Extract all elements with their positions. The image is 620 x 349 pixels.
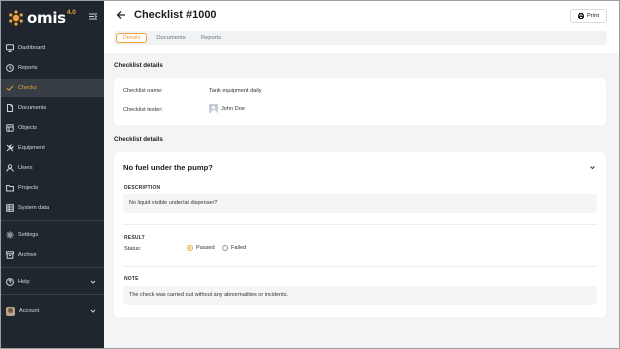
- sidebar-item-label: Equipment: [18, 145, 45, 151]
- gear-icon: [6, 231, 14, 239]
- sidebar-item-documents[interactable]: Documents: [1, 99, 104, 117]
- monitor-icon: [6, 44, 14, 52]
- sidebar-item-settings[interactable]: Settings: [1, 226, 104, 244]
- sidebar-item-label: Checks: [18, 85, 37, 91]
- description-label: DESCRIPTION: [124, 185, 161, 191]
- chevron-down-icon[interactable]: [589, 164, 596, 171]
- tester-name: John Doe: [221, 105, 245, 112]
- avatar: [6, 306, 15, 316]
- help-icon: [6, 278, 14, 286]
- sidebar-divider: [1, 294, 104, 295]
- sidebar-divider: [1, 267, 104, 268]
- radio-label: Passed: [196, 245, 215, 251]
- tab-bar: Details Documents Reports: [114, 31, 607, 45]
- sidebar-item-dashboard[interactable]: Dashboard: [1, 39, 104, 57]
- sidebar-item-users[interactable]: Users: [1, 159, 104, 177]
- sidebar-divider: [1, 220, 104, 221]
- printer-icon: [578, 13, 585, 19]
- sidebar-item-account[interactable]: Account: [1, 302, 104, 320]
- radio-unchecked-icon: [222, 245, 228, 251]
- page-header: Checklist #1000 Print Details Documents …: [104, 1, 619, 53]
- section-title: Checklist details: [114, 136, 163, 143]
- sidebar-item-label: Help: [18, 279, 30, 285]
- sidebar-item-checks[interactable]: Checks: [1, 79, 104, 97]
- tools-icon: [6, 144, 14, 152]
- question-card: No fuel under the pump? DESCRIPTION No l…: [114, 152, 606, 317]
- sidebar-item-archive[interactable]: Archive: [1, 246, 104, 264]
- user-icon: [6, 164, 14, 172]
- sidebar-item-help[interactable]: Help: [1, 273, 104, 291]
- status-failed-radio[interactable]: Failed: [222, 245, 246, 251]
- page-title: Checklist #1000: [134, 9, 217, 21]
- question-title: No fuel under the pump?: [123, 163, 213, 172]
- sidebar-item-label: Reports: [18, 65, 38, 71]
- back-arrow-icon[interactable]: [116, 10, 126, 20]
- note-label: NOTE: [124, 276, 139, 282]
- sidebar-item-label: Documents: [18, 105, 47, 111]
- box-icon: [6, 124, 14, 132]
- radio-label: Failed: [231, 245, 247, 251]
- description-field: No liquid visible under/at dispenser?: [123, 194, 597, 213]
- status-passed-radio[interactable]: Passed: [187, 245, 215, 251]
- sidebar-item-label: Settings: [18, 232, 39, 238]
- checklist-tester-label: Checklist tester:: [123, 107, 163, 113]
- note-field: The check was carried out without any ab…: [123, 286, 597, 305]
- radio-checked-icon: [187, 245, 193, 251]
- sidebar-item-label: Dashboard: [18, 45, 46, 51]
- checklist-name-label: Checklist name:: [123, 88, 163, 94]
- sidebar-item-label: System data: [18, 205, 50, 211]
- main-content: Checklist #1000 Print Details Documents …: [104, 1, 619, 348]
- section-title: Checklist details: [114, 62, 163, 69]
- collapse-sidebar-icon[interactable]: [89, 13, 98, 20]
- logo-version: 4.0: [66, 8, 76, 16]
- sidebar-item-label: Users: [18, 165, 33, 171]
- check-icon: [6, 85, 14, 91]
- checklist-name-value: Tank equipment daily: [209, 88, 262, 94]
- logo-text: omis: [27, 9, 66, 27]
- tab-details[interactable]: Details: [116, 33, 147, 43]
- folder-icon: [6, 185, 14, 192]
- sidebar-item-label: Objects: [18, 125, 37, 131]
- sidebar: omis 4.0 Dashboard Reports Checks Docume…: [1, 1, 104, 348]
- print-button[interactable]: Print: [570, 9, 607, 23]
- checklist-tester-value: John Doe: [209, 104, 245, 113]
- sidebar-item-label: Archive: [18, 252, 37, 258]
- user-avatar-icon: [209, 104, 218, 113]
- result-label: RESULT: [124, 235, 145, 241]
- table-icon: [6, 204, 14, 212]
- sidebar-item-reports[interactable]: Reports: [1, 59, 104, 77]
- sidebar-item-objects[interactable]: Objects: [1, 119, 104, 137]
- print-label: Print: [587, 13, 599, 19]
- tab-documents[interactable]: Documents: [152, 33, 190, 43]
- sidebar-item-system-data[interactable]: System data: [1, 199, 104, 217]
- sidebar-item-label: Projects: [18, 185, 39, 191]
- divider: [123, 266, 597, 267]
- divider: [123, 224, 597, 225]
- file-icon: [7, 104, 13, 112]
- sidebar-item-label: Account: [19, 308, 40, 314]
- chevron-down-icon: [90, 309, 96, 313]
- details-card: Checklist name: Tank equipment daily Che…: [114, 78, 606, 125]
- clock-icon: [6, 64, 14, 72]
- sidebar-item-projects[interactable]: Projects: [1, 179, 104, 197]
- logo[interactable]: omis 4.0: [8, 9, 76, 27]
- tab-reports[interactable]: Reports: [196, 33, 226, 43]
- archive-icon: [6, 251, 14, 259]
- status-label: Status:: [124, 246, 142, 252]
- logo-mark-icon: [9, 10, 23, 26]
- sidebar-item-equipment[interactable]: Equipment: [1, 139, 104, 157]
- chevron-down-icon: [90, 280, 96, 284]
